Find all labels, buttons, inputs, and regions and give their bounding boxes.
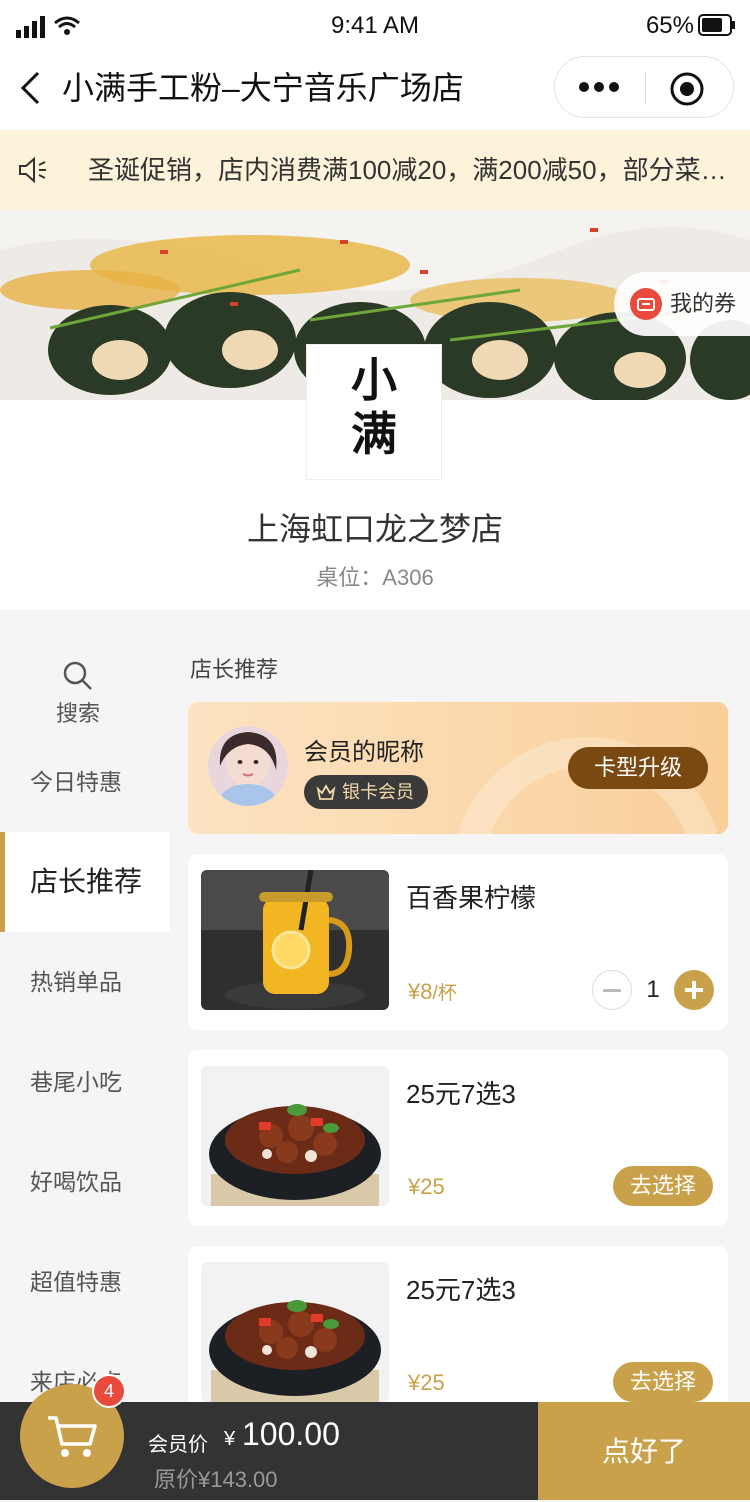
member-card: 会员的昵称 银卡会员 卡型升级 (188, 702, 728, 834)
dish-price: ¥8/杯 (408, 979, 457, 1004)
sidebar-item-value-deals[interactable]: 超值特惠 (0, 1232, 170, 1332)
more-icon[interactable] (577, 79, 621, 95)
member-nickname: 会员的昵称 (304, 739, 424, 766)
mini-program-capsule (554, 56, 734, 118)
store-name: 上海虹口龙之梦店 (246, 511, 503, 547)
back-icon[interactable] (18, 70, 44, 106)
section-title: 店长推荐 (190, 657, 279, 682)
original-price: 原价¥143.00 (154, 1467, 278, 1492)
dish-card[interactable]: 百香果柠檬 ¥8/杯 1 (188, 854, 728, 1030)
decrease-button[interactable] (592, 970, 632, 1010)
coupon-icon (630, 288, 662, 320)
choose-options-button[interactable]: 去选择 (613, 1362, 713, 1402)
cart-icon (48, 1416, 97, 1457)
close-miniprogram-icon[interactable] (669, 71, 705, 107)
status-bar: 9:41 AM 65% (0, 0, 750, 52)
sidebar-item-manager-picks[interactable]: 店长推荐 (0, 832, 170, 932)
sidebar-item-drinks[interactable]: 好喝饮品 (0, 1132, 170, 1232)
member-price-label: 会员价 (148, 1434, 208, 1456)
member-level-label: 银卡会员 (342, 782, 414, 802)
checkout-label: 点好了 (601, 1436, 686, 1467)
notice-text: 圣诞促销，店内消费满100减20，满200减50，部分菜… (88, 155, 727, 185)
sidebar-item-label: 好喝饮品 (30, 1169, 122, 1195)
category-sidebar: 搜索 今日特惠 店长推荐 热销单品 巷尾小吃 好喝饮品 超值特惠 来店必点 (0, 640, 170, 1410)
cart-count: 4 (103, 1381, 114, 1401)
quantity-value: 1 (646, 976, 660, 1003)
cart-count-badge: 4 (92, 1374, 126, 1408)
checkout-button[interactable]: 点好了 (538, 1402, 750, 1500)
dish-price: ¥25 (408, 1370, 445, 1395)
member-price-amount: 100.00 (242, 1416, 340, 1452)
dish-price-unit: /杯 (432, 983, 457, 1004)
my-coupons-button[interactable]: 我的券 (614, 272, 750, 336)
dish-card[interactable]: 25元7选3 ¥25 去选择 (188, 1050, 728, 1226)
promo-notice[interactable]: 圣诞促销，店内消费满100减20，满200减50，部分菜… (0, 130, 750, 210)
upgrade-card-label: 卡型升级 (593, 755, 682, 780)
capsule-divider (645, 71, 646, 105)
speaker-icon (19, 156, 46, 184)
currency-symbol: ¥ (224, 1428, 236, 1450)
dish-image-clay-pot (201, 1066, 389, 1206)
active-indicator (0, 832, 5, 932)
table-number: 桌位：A306 (316, 565, 434, 590)
logo-text: 小 满 (351, 354, 399, 460)
status-time: 9:41 AM (330, 12, 420, 39)
dish-name: 25元7选3 (406, 1079, 516, 1109)
battery-percent: 65% (645, 12, 694, 39)
increase-button[interactable] (674, 970, 714, 1010)
sidebar-item-today-deals[interactable]: 今日特惠 (0, 732, 170, 832)
dish-card[interactable]: 25元7选3 ¥25 去选择 (188, 1246, 728, 1422)
sidebar-item-label: 热销单品 (30, 969, 122, 995)
plus-icon (685, 981, 703, 999)
sidebar-item-label: 店长推荐 (30, 866, 143, 897)
sidebar-item-snacks[interactable]: 巷尾小吃 (0, 1032, 170, 1132)
upgrade-card-button[interactable]: 卡型升级 (568, 747, 708, 789)
sidebar-item-label: 超值特惠 (30, 1269, 122, 1295)
choose-options-label: 去选择 (629, 1173, 696, 1198)
sidebar-item-label: 今日特惠 (30, 769, 122, 795)
sidebar-search-label: 搜索 (55, 701, 100, 726)
member-level-badge: 银卡会员 (304, 775, 428, 809)
dish-name: 25元7选3 (406, 1275, 516, 1305)
choose-options-button[interactable]: 去选择 (613, 1166, 713, 1206)
page-title: 小满手工粉–大宁音乐广场店 (62, 70, 464, 106)
quantity-stepper: 1 (592, 970, 714, 1010)
my-coupons-label: 我的券 (670, 291, 737, 316)
sidebar-item-label: 巷尾小吃 (30, 1069, 122, 1095)
minus-icon (603, 989, 621, 992)
choose-options-label: 去选择 (629, 1369, 696, 1394)
battery-icon (698, 14, 735, 36)
store-logo: 小 满 (306, 344, 442, 480)
sidebar-search[interactable]: 搜索 (0, 640, 170, 736)
nav-bar: 小满手工粉–大宁音乐广场店 (0, 52, 750, 130)
avatar (208, 726, 288, 806)
sidebar-item-best-sellers[interactable]: 热销单品 (0, 932, 170, 1032)
dish-image-clay-pot (201, 1262, 389, 1402)
dish-name: 百香果柠檬 (406, 883, 537, 913)
dish-image-lemon-drink (201, 870, 389, 1010)
search-icon (63, 661, 92, 690)
crown-icon (316, 784, 336, 800)
dish-price: ¥25 (408, 1174, 445, 1199)
